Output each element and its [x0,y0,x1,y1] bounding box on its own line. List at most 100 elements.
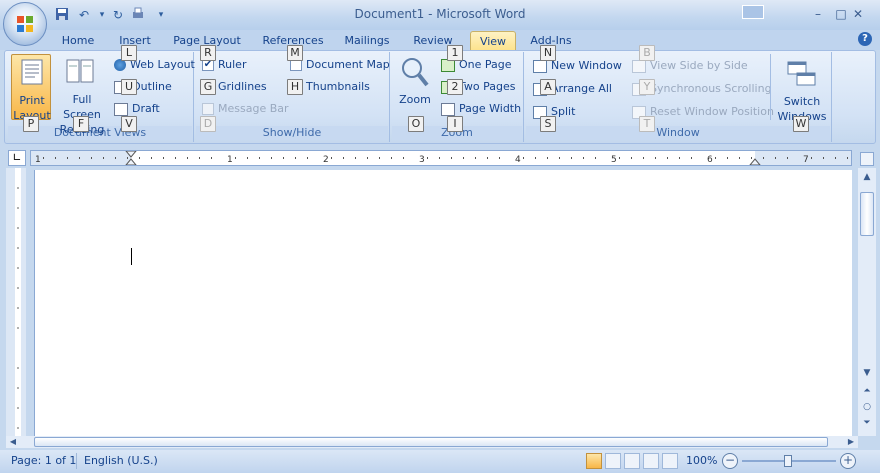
draft-icon [114,102,128,116]
page-width-button[interactable]: Page Width [441,101,521,117]
ruler-tick [487,157,488,159]
close-button[interactable]: ✕ [845,5,871,23]
ruler-tick [343,157,344,159]
customize-quick-access-icon[interactable]: ▾ [153,7,169,23]
undo-dropdown-icon[interactable]: ▾ [94,7,110,23]
select-browse-object-icon[interactable]: ○ [859,400,875,414]
new-window-icon [533,59,547,73]
language-indicator[interactable]: English (U.S.) [84,454,158,468]
synchronous-scrolling-label: Synchronous Scrolling [650,82,772,95]
ruler-tick [739,157,740,159]
keytip: P [23,116,39,132]
ruler-tick [259,157,260,159]
print-layout-button[interactable]: Print Layout [11,54,51,122]
keytip: A [540,79,556,95]
horizontal-scroll-thumb[interactable] [34,437,828,447]
ruler-tick [439,157,440,159]
window-title: Document1 - Microsoft Word [354,7,526,21]
status-divider [76,453,77,469]
ruler-tick [619,157,620,159]
tab-view[interactable]: View [470,31,516,51]
scroll-left-icon[interactable]: ◀ [6,436,20,448]
full-screen-reading-button[interactable]: Full Screen Reading [54,54,110,136]
message-bar-checkbox[interactable]: Message Bar [202,101,289,117]
document-canvas[interactable] [34,170,852,436]
zoom-level[interactable]: 100% [686,454,717,468]
draft-button[interactable]: Draft [114,101,160,117]
status-bar: Page: 1 of 1 English (U.S.) 100% − + [0,450,880,473]
vertical-ruler[interactable] [6,168,26,436]
document-map-checkbox[interactable]: Document Map [290,57,390,73]
scroll-right-icon[interactable]: ▶ [844,436,858,448]
side-by-side-icon [632,59,646,73]
vertical-scroll-thumb[interactable] [860,192,874,236]
ruler-tick [211,157,212,159]
ruler-tick [775,157,776,159]
tab-home[interactable]: Home [58,31,98,51]
scroll-up-icon[interactable]: ▲ [859,170,875,184]
next-page-icon[interactable]: ⏷ [859,416,875,430]
keytip: O [408,116,424,132]
print-preview-icon[interactable] [130,7,146,23]
group-label: Show/Hide [196,126,388,140]
view-ruler-icon[interactable] [860,152,874,166]
keytip: V [121,116,137,132]
restore-task-icon[interactable] [742,5,764,19]
new-window-label: New Window [551,59,622,72]
thumbnails-label: Thumbnails [306,80,370,93]
draft-view-icon[interactable] [662,453,678,469]
ruler-tick [583,157,584,159]
outline-view-icon[interactable] [643,453,659,469]
page-count[interactable]: Page: 1 of 1 [11,454,76,468]
tab-selector-icon[interactable]: ∟ [8,150,26,166]
office-button[interactable] [3,2,47,46]
help-icon[interactable]: ? [858,32,872,46]
previous-page-icon[interactable]: ⏶ [859,384,875,398]
ruler-number: 7 [803,155,809,165]
switch-windows-icon [787,61,816,86]
ruler-tick [331,157,332,159]
keytip: 1 [447,45,463,61]
horizontal-scrollbar[interactable]: ◀ ▶ [6,436,858,448]
vertical-scrollbar[interactable]: ▲ ▼ ⏶ ○ ⏷ [858,168,876,436]
ruler-tick [379,157,380,159]
redo-icon[interactable]: ↻ [110,7,126,23]
scroll-down-icon[interactable]: ▼ [859,366,875,380]
ruler-tick [643,157,644,159]
document-map-label: Document Map [306,58,390,71]
switch-windows-button[interactable]: Switch Windows [770,54,832,123]
print-layout-view-icon[interactable] [586,453,602,469]
ruler-tick [235,157,236,159]
ruler-tick [571,157,572,159]
zoom-in-icon[interactable]: + [840,453,856,469]
tab-mailings[interactable]: Mailings [341,31,393,51]
save-icon[interactable] [54,7,70,23]
undo-icon[interactable]: ↶ [76,7,92,23]
ruler-tick [787,157,788,159]
horizontal-ruler[interactable]: 1 1 2 3 4 5 6 7 [30,150,852,166]
vertical-ruler-ticks [15,168,21,436]
full-screen-reading-view-icon[interactable] [605,453,621,469]
zoom-out-icon[interactable]: − [722,453,738,469]
ruler-tick [355,157,356,159]
zoom-label: Zoom [399,93,431,106]
page-width-icon [441,102,455,116]
keytip: Y [639,79,655,95]
gridlines-label: Gridlines [218,80,267,93]
zoom-button[interactable]: Zoom [396,54,434,120]
web-layout-label: Web Layout [130,58,195,71]
web-layout-view-icon[interactable] [624,453,640,469]
keytip: M [287,45,303,61]
ruler-tick [727,157,728,159]
ruler-tick [547,157,548,159]
ruler-tick [655,157,656,159]
message-bar-label: Message Bar [218,102,289,115]
ruler-number: 3 [419,155,425,165]
ruler-tick [103,157,104,159]
zoom-slider-thumb[interactable] [784,455,792,467]
ruler-tick [751,157,752,159]
keytip: L [121,45,137,61]
ruler-tick [271,157,272,159]
ruler-number: 5 [611,155,617,165]
group-label: Window [526,126,830,140]
